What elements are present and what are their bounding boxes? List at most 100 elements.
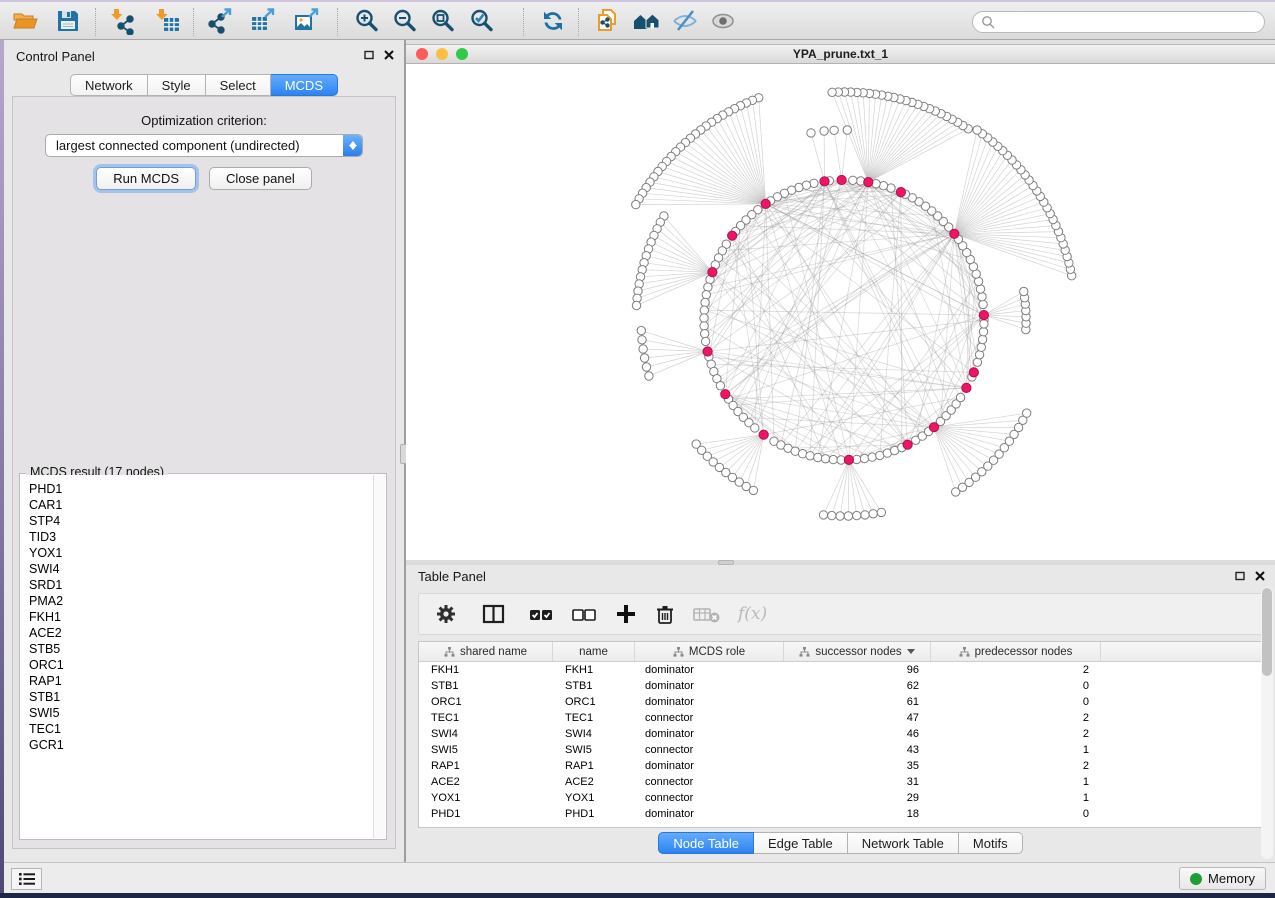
mcds-hub-node[interactable] <box>761 199 770 208</box>
network-node[interactable] <box>956 393 964 401</box>
network-node[interactable] <box>979 300 987 308</box>
tab-select[interactable]: Select <box>206 74 271 96</box>
column-header-name[interactable]: name <box>553 642 635 661</box>
table-row[interactable]: TEC1TEC1connector472 <box>419 710 1262 726</box>
open-file-icon[interactable] <box>11 7 39 35</box>
mcds-result-item[interactable]: TEC1 <box>29 721 373 737</box>
network-node[interactable] <box>821 455 829 463</box>
network-node[interactable] <box>868 453 876 461</box>
mcds-hub-node[interactable] <box>903 440 912 449</box>
mcds-hub-node[interactable] <box>728 231 737 240</box>
mcds-result-item[interactable]: TID3 <box>29 529 373 545</box>
zoom-in-icon[interactable] <box>353 7 381 35</box>
mcds-result-item[interactable]: YOX1 <box>29 545 373 561</box>
table-row[interactable]: YOX1YOX1connector291 <box>419 790 1262 806</box>
zoom-out-icon[interactable] <box>391 7 419 35</box>
table-row[interactable]: ACE2ACE2connector311 <box>419 774 1262 790</box>
import-network-icon[interactable] <box>108 7 136 35</box>
column-header-successor-nodes[interactable]: successor nodes <box>784 642 931 661</box>
mcds-result-item[interactable]: RAP1 <box>29 673 373 689</box>
network-node[interactable] <box>877 508 885 516</box>
memory-button[interactable]: Memory <box>1179 867 1266 890</box>
network-node[interactable] <box>751 424 759 432</box>
network-node[interactable] <box>861 511 869 519</box>
tab-motifs[interactable]: Motifs <box>959 832 1023 854</box>
mcds-hub-node[interactable] <box>721 390 730 399</box>
mcds-result-item[interactable]: STB5 <box>29 641 373 657</box>
save-icon[interactable] <box>54 7 82 35</box>
network-node[interactable] <box>701 330 709 338</box>
float-panel-icon[interactable] <box>1235 571 1245 581</box>
network-node[interactable] <box>701 337 709 345</box>
tab-style[interactable]: Style <box>148 74 206 96</box>
run-mcds-button[interactable]: Run MCDS <box>96 167 196 190</box>
settings-gear-icon[interactable] <box>435 603 457 625</box>
zoom-selected-icon[interactable] <box>468 7 496 35</box>
network-node[interactable] <box>806 452 814 460</box>
mcds-hub-node[interactable] <box>979 311 988 320</box>
close-panel-button[interactable]: Close panel <box>209 167 312 190</box>
network-node[interactable] <box>978 293 986 301</box>
network-node[interactable] <box>637 326 645 334</box>
refresh-icon[interactable] <box>539 7 567 35</box>
mcds-hub-node[interactable] <box>864 178 873 187</box>
export-image-icon[interactable] <box>293 7 321 35</box>
network-node[interactable] <box>645 372 653 380</box>
network-node[interactable] <box>977 343 985 351</box>
mcds-hub-node[interactable] <box>929 423 938 432</box>
show-all-icon[interactable] <box>709 7 737 35</box>
zoom-fit-icon[interactable] <box>429 7 457 35</box>
network-node[interactable] <box>1023 409 1031 417</box>
network-node[interactable] <box>973 126 981 134</box>
mcds-hub-node[interactable] <box>969 368 978 377</box>
table-row[interactable]: RAP1RAP1dominator352 <box>419 758 1262 774</box>
add-column-icon[interactable] <box>615 603 637 625</box>
deselect-all-icon[interactable] <box>572 603 598 625</box>
export-network-icon[interactable] <box>206 7 234 35</box>
table-scrollbar[interactable] <box>1261 587 1273 859</box>
mcds-hub-node[interactable] <box>950 229 959 238</box>
column-header-MCDS-role[interactable]: MCDS role <box>635 642 784 661</box>
mcds-result-item[interactable]: ACE2 <box>29 625 373 641</box>
network-node[interactable] <box>836 512 844 520</box>
first-neighbors-icon[interactable] <box>633 7 661 35</box>
mcds-result-item[interactable]: SRD1 <box>29 577 373 593</box>
network-node[interactable] <box>642 363 650 371</box>
mcds-result-item[interactable]: SWI5 <box>29 705 373 721</box>
network-node[interactable] <box>704 283 712 291</box>
network-node[interactable] <box>979 328 987 336</box>
mcds-hub-node[interactable] <box>759 430 768 439</box>
mcds-hub-node[interactable] <box>844 455 853 464</box>
table-row[interactable]: PHD1PHD1dominator180 <box>419 806 1262 822</box>
tab-mcds[interactable]: MCDS <box>271 74 338 96</box>
mcds-hub-node[interactable] <box>837 175 846 184</box>
network-node[interactable] <box>830 126 838 134</box>
table-row[interactable]: FKH1FKH1dominator962 <box>419 662 1262 678</box>
network-node[interactable] <box>853 511 861 519</box>
network-node[interactable] <box>814 453 822 461</box>
mcds-hub-node[interactable] <box>962 383 971 392</box>
network-node[interactable] <box>819 511 827 519</box>
mcds-result-item[interactable]: SWI4 <box>29 561 373 577</box>
network-node[interactable] <box>807 129 815 137</box>
export-table-icon[interactable] <box>249 7 277 35</box>
mcds-result-item[interactable]: ORC1 <box>29 657 373 673</box>
mcds-list-scrollbar[interactable] <box>373 475 385 838</box>
network-node[interactable] <box>700 306 708 314</box>
network-node[interactable] <box>749 486 757 494</box>
tab-network[interactable]: Network <box>70 74 148 96</box>
column-header-predecessor-nodes[interactable]: predecessor nodes <box>931 642 1101 661</box>
tab-node-table[interactable]: Node Table <box>658 832 754 854</box>
network-node[interactable] <box>701 298 709 306</box>
network-node[interactable] <box>632 200 640 208</box>
task-history-button[interactable] <box>11 868 42 890</box>
network-node[interactable] <box>975 351 983 359</box>
network-node[interactable] <box>843 126 851 134</box>
float-panel-icon[interactable] <box>364 50 374 60</box>
mcds-result-item[interactable]: CAR1 <box>29 497 373 513</box>
criterion-dropdown[interactable]: largest connected component (undirected) <box>45 134 363 157</box>
hide-selected-icon[interactable] <box>671 7 699 35</box>
select-all-icon[interactable] <box>529 603 555 625</box>
network-node[interactable] <box>640 354 648 362</box>
mcds-hub-node[interactable] <box>703 347 712 356</box>
